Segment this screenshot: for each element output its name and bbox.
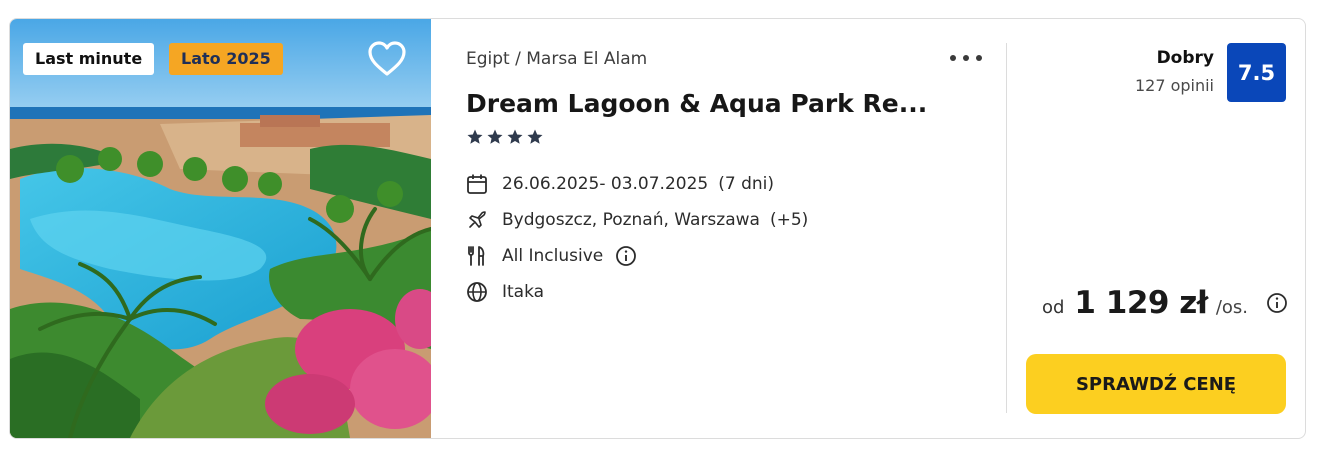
hotel-name[interactable]: Dream Lagoon & Aqua Park Re... [466,89,936,118]
heart-icon [368,41,406,76]
hotel-location[interactable]: Egipt / Marsa El Alam [466,49,647,69]
rating-label: Dobry [1156,48,1214,68]
price-per-person: /os. [1215,297,1248,318]
travel-duration: (7 dni) [718,174,774,194]
hotel-photo[interactable]: Last minute Lato 2025 [10,19,431,438]
offer-info: Egipt / Marsa El Alam Dream Lagoon & Aqu… [466,19,986,438]
rating-count[interactable]: 127 opinii [1135,76,1214,95]
info-icon[interactable] [615,245,637,267]
departures-row: Bydgoszcz, Poznań, Warszawa (+5) [466,207,808,233]
star-icon [527,129,543,144]
dates-row: 26.06.2025- 03.07.2025 (7 dni) [466,171,774,197]
star-icon [507,129,523,144]
price-amount: 1 129 zł [1074,285,1208,321]
travel-dates: 26.06.2025- 03.07.2025 [502,174,709,194]
departure-more[interactable]: (+5) [770,210,808,230]
board-type: All Inclusive [502,246,604,266]
plane-icon [466,207,492,233]
season-badge: Lato 2025 [169,43,283,75]
tour-operator: Itaka [502,282,545,302]
operator-row: Itaka [466,279,544,305]
board-row: All Inclusive [466,243,637,269]
rating-score: 7.5 [1227,43,1286,102]
calendar-icon [466,171,492,197]
check-price-button[interactable]: SPRAWDŹ CENĘ [1026,354,1286,414]
more-options-button[interactable] [950,47,982,67]
divider [1006,43,1007,413]
price-info-icon[interactable] [1266,292,1288,314]
price: od 1 129 zł /os. [1042,285,1288,321]
hotel-photo-image [10,19,431,438]
more-icon [950,55,956,61]
departure-cities: Bydgoszcz, Poznań, Warszawa [502,210,760,230]
star-icon [487,129,503,144]
globe-icon [466,279,492,305]
star-icon [467,129,483,144]
hotel-stars [466,128,544,146]
price-from-label: od [1041,297,1065,318]
utensils-icon [466,243,492,269]
last-minute-badge: Last minute [23,43,155,75]
favorite-button[interactable] [367,41,407,77]
offer-card[interactable]: Last minute Lato 2025 Egipt / Marsa El A… [9,18,1306,439]
